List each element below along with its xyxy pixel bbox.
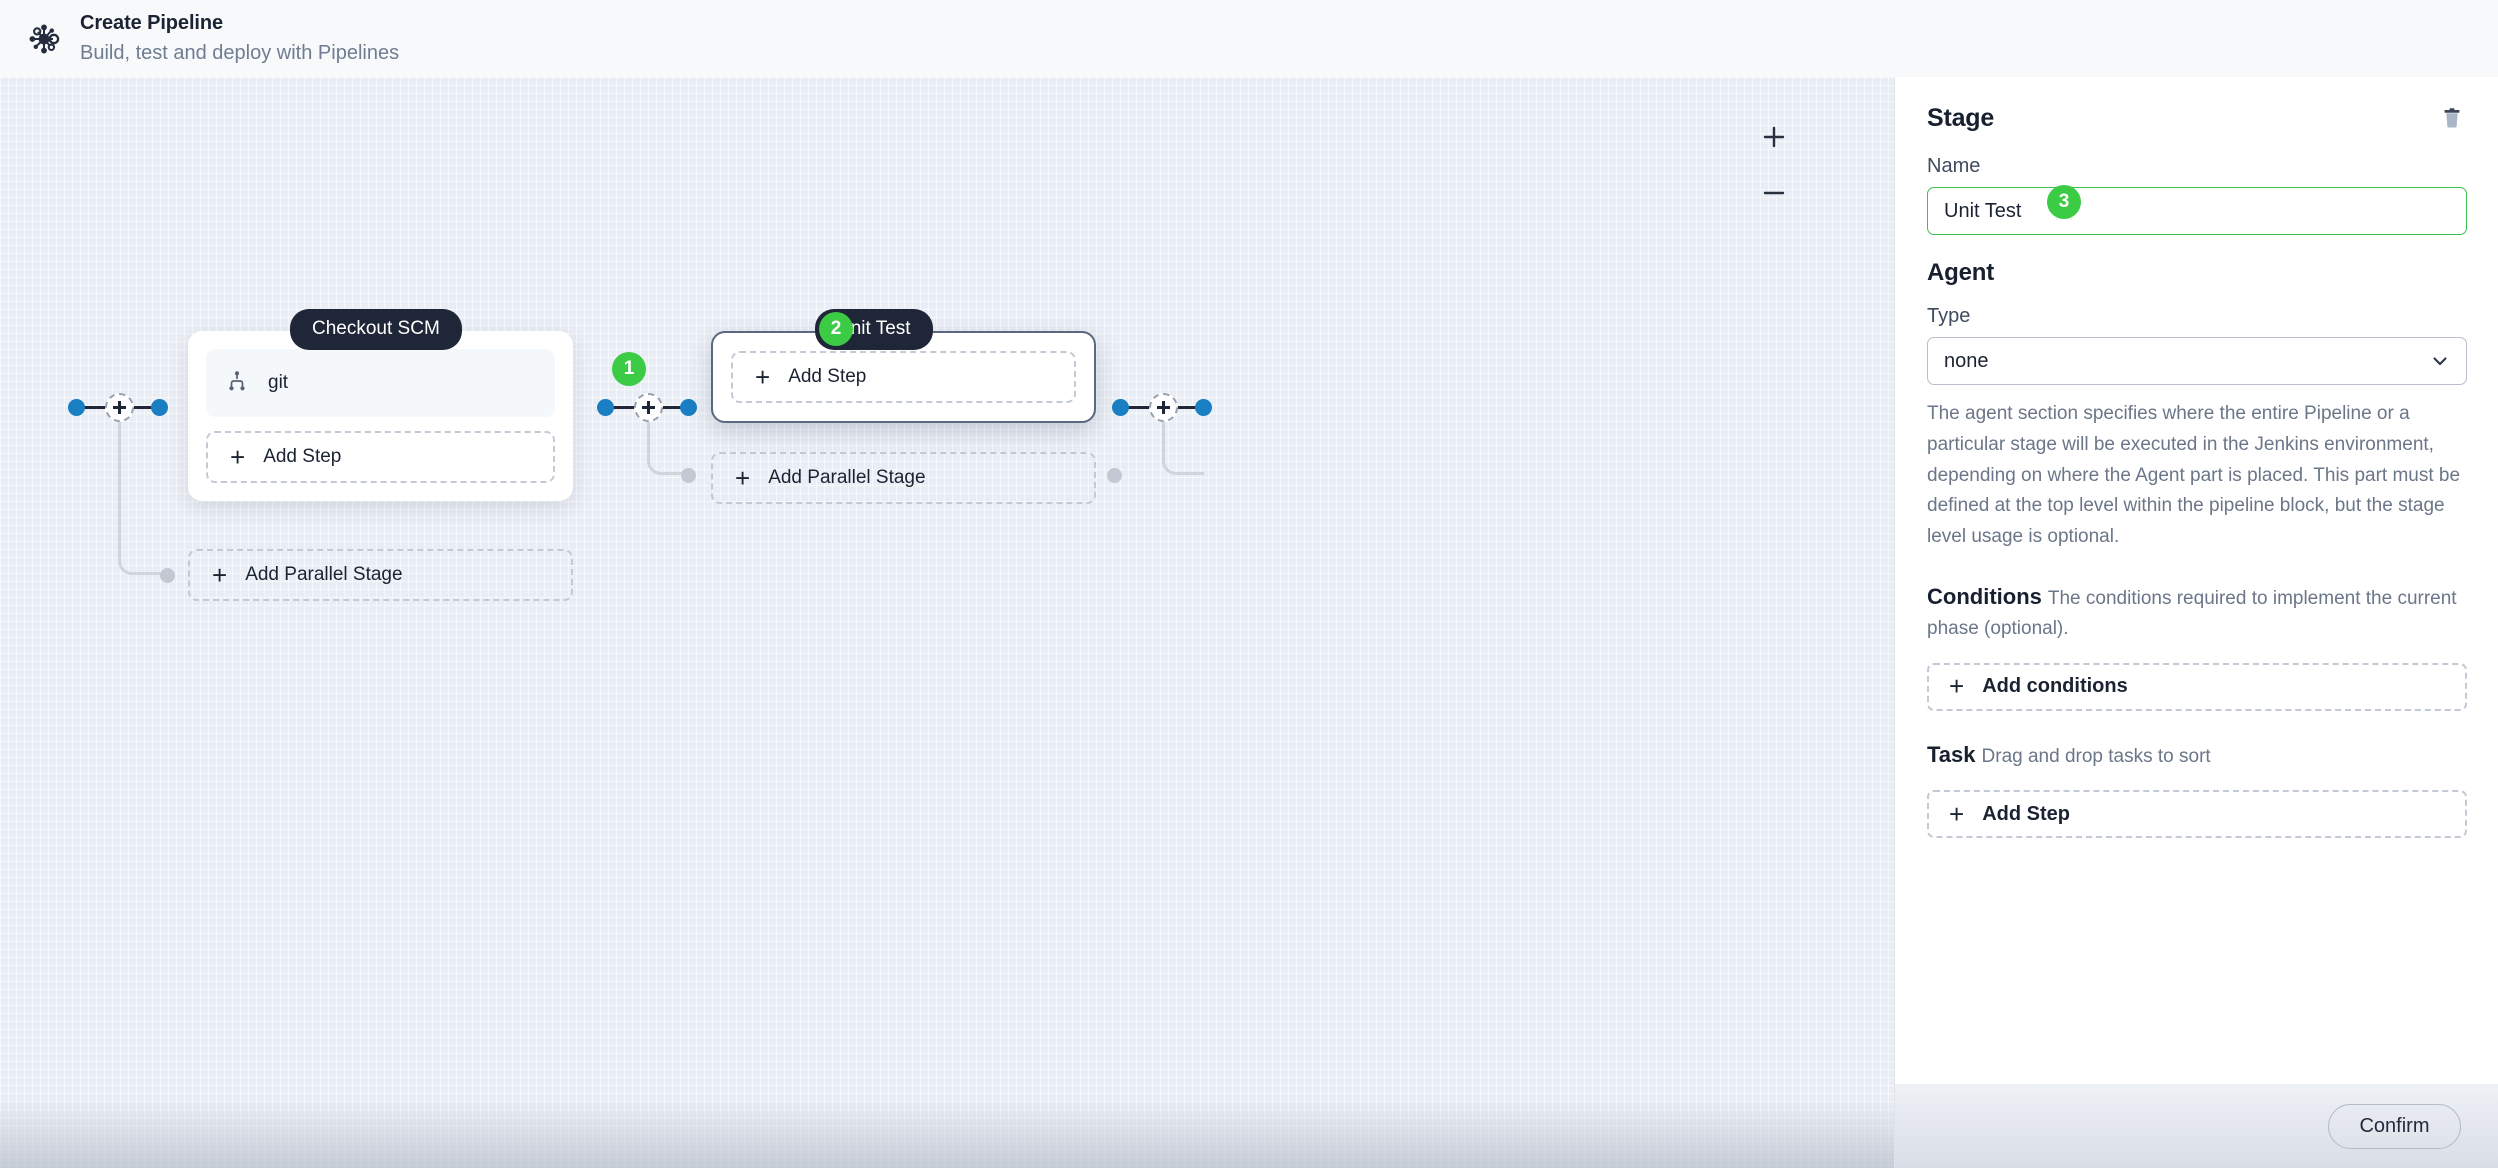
type-field-label: Type — [1927, 305, 1971, 327]
pipeline-hub-icon — [24, 19, 64, 59]
panel-footer: Confirm — [1895, 1084, 2498, 1168]
connector-dot-in-2 — [597, 399, 614, 416]
add-step-label: Add Step — [788, 366, 867, 387]
step-chip-git[interactable]: git — [206, 349, 555, 417]
add-parallel-stage-button-1[interactable]: + Add Parallel Stage — [188, 549, 573, 601]
add-conditions-label: Add conditions — [1982, 675, 2128, 698]
stage-card-checkout-scm[interactable]: git + Add Step — [188, 331, 573, 501]
connector-dot-out — [151, 399, 168, 416]
parallel-branch-dot — [681, 468, 696, 483]
git-branch-icon — [226, 370, 248, 397]
parallel-branch-elbow — [118, 407, 168, 575]
plus-icon: + — [735, 462, 751, 493]
plus-icon: + — [1949, 798, 1965, 829]
annotation-badge-3: 3 — [2047, 185, 2081, 219]
agent-type-select-wrap: none — [1927, 337, 2467, 385]
page-subtitle: Build, test and deploy with Pipelines — [80, 41, 400, 64]
plus-icon: + — [212, 559, 228, 590]
name-field-label: Name — [1927, 155, 1981, 177]
zoom-out-button[interactable] — [1759, 178, 1789, 208]
add-parallel-stage-button-2[interactable]: + Add Parallel Stage — [711, 452, 1096, 504]
connector-dot-out-3 — [1195, 399, 1212, 416]
annotation-badge-2: 2 — [819, 312, 853, 346]
delete-stage-button[interactable] — [2437, 103, 2467, 133]
insert-stage-button-2[interactable] — [634, 393, 663, 422]
plus-icon: + — [1949, 671, 1965, 702]
add-step-button-stage-1[interactable]: + Add Step — [206, 431, 555, 483]
add-step-label: Add Step — [263, 446, 342, 467]
parallel-branch-dot — [160, 568, 175, 583]
name-input-wrap: 3 — [1927, 185, 2467, 235]
connector-dot-in — [68, 399, 85, 416]
create-pipeline-dialog: Create Pipeline Build, test and deploy w… — [0, 0, 2498, 1168]
step-label: git — [268, 372, 289, 393]
conditions-block: Conditions The conditions required to imp… — [1927, 579, 2467, 645]
zoom-in-button[interactable] — [1759, 122, 1789, 152]
plus-icon — [1763, 126, 1785, 148]
insert-stage-button-1[interactable] — [105, 393, 134, 422]
connector-dot-out-2 — [680, 399, 697, 416]
confirm-button[interactable]: Confirm — [2328, 1103, 2461, 1149]
connector-dot-in-3 — [1112, 399, 1129, 416]
panel-content: Stage Name 3 Agent Type none — [1895, 77, 2498, 1084]
trash-icon — [2444, 108, 2460, 128]
zoom-controls — [1759, 122, 1789, 208]
add-parallel-stage-label: Add Parallel Stage — [245, 564, 403, 585]
canvas-bottom-fade — [0, 1098, 1894, 1168]
app-header: Create Pipeline Build, test and deploy w… — [0, 0, 2498, 77]
parallel-branch-dot — [1107, 468, 1122, 483]
stage-name-input[interactable] — [1927, 187, 2467, 235]
add-task-step-button[interactable]: + Add Step — [1927, 790, 2467, 838]
header-text: Create Pipeline Build, test and deploy w… — [80, 11, 399, 67]
stage-settings-panel: Stage Name 3 Agent Type none — [1894, 77, 2498, 1168]
panel-header: Stage — [1927, 103, 2467, 133]
page-title: Create Pipeline — [80, 11, 224, 34]
minus-icon — [1763, 191, 1785, 195]
agent-type-value: none — [1944, 349, 1989, 372]
agent-description: The agent section specifies where the en… — [1927, 403, 2461, 548]
stage-label-1[interactable]: Checkout SCM — [290, 309, 462, 350]
add-step-label: Add Step — [1982, 802, 2070, 825]
plus-icon: + — [755, 361, 771, 392]
insert-stage-button-3[interactable] — [1149, 393, 1178, 422]
annotation-badge-1: 1 — [612, 352, 646, 386]
add-parallel-stage-label: Add Parallel Stage — [768, 467, 926, 488]
add-conditions-button[interactable]: + Add conditions — [1927, 662, 2467, 711]
agent-type-select[interactable]: none — [1927, 337, 2467, 385]
task-block: Task Drag and drop tasks to sort — [1927, 737, 2467, 772]
plus-icon: + — [230, 441, 246, 472]
panel-title: Stage — [1927, 103, 1995, 132]
add-step-button-stage-2[interactable]: + Add Step — [731, 351, 1076, 403]
task-description: Drag and drop tasks to sort — [1981, 745, 2211, 767]
task-heading: Task — [1927, 741, 1976, 767]
agent-section-heading: Agent — [1927, 259, 1994, 286]
pipeline-canvas[interactable]: Checkout SCM git + Add Step + Add Parall… — [0, 77, 1894, 1168]
conditions-heading: Conditions — [1927, 583, 2042, 609]
